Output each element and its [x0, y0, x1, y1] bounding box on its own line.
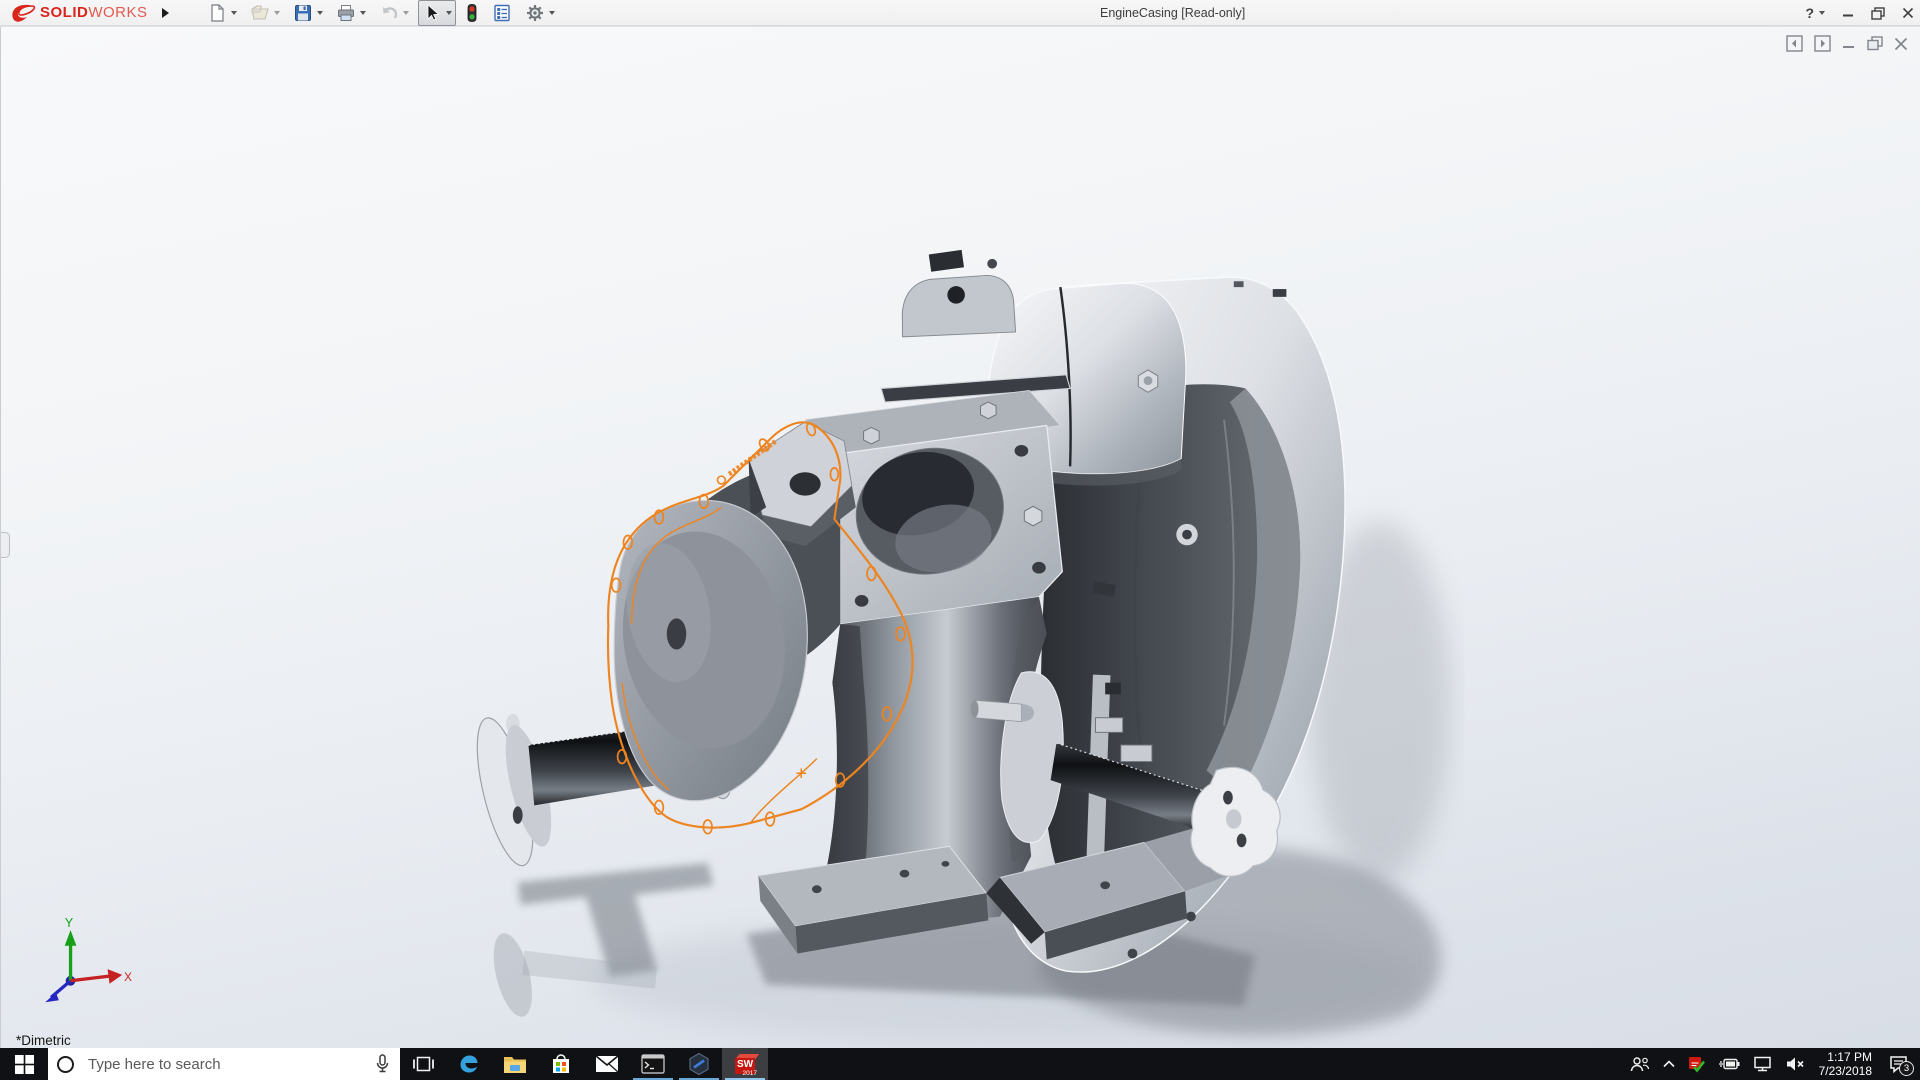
- graphics-viewport[interactable]: Y X *Dimetric: [0, 27, 1920, 1048]
- doc-minimize-button[interactable]: [1842, 37, 1856, 51]
- close-icon: [1902, 7, 1914, 19]
- select-cursor-icon: [427, 3, 440, 21]
- select-button[interactable]: [417, 0, 456, 26]
- edge-icon: [460, 1055, 478, 1073]
- doc-close-button[interactable]: [1894, 37, 1908, 51]
- save-icon: [294, 4, 311, 21]
- document-title: EngineCasing [Read-only]: [1100, 6, 1246, 20]
- cover-center-hole: [666, 618, 687, 650]
- undo-icon: [382, 6, 397, 19]
- save-button[interactable]: [289, 0, 327, 26]
- file-explorer-icon: [504, 1057, 526, 1073]
- open-icon: [250, 4, 269, 20]
- notification-count-badge: 3: [1899, 1061, 1914, 1076]
- taskbar-app-file-explorer[interactable]: [492, 1048, 538, 1080]
- model-canvas[interactable]: Y X: [1, 27, 1920, 1048]
- open-dropdown-arrow[interactable]: [273, 10, 280, 15]
- document-window-controls: [1786, 35, 1908, 52]
- view-orientation-label: *Dimetric: [16, 1033, 71, 1048]
- volume-button[interactable]: [1786, 1056, 1806, 1072]
- ds-logo-icon: [12, 4, 36, 22]
- undo-dropdown-arrow[interactable]: [402, 10, 409, 15]
- start-button[interactable]: [0, 1048, 48, 1080]
- tray-date: 7/23/2018: [1818, 1064, 1872, 1078]
- search-input[interactable]: [86, 1054, 375, 1074]
- taskbar-app-mail[interactable]: [584, 1048, 630, 1080]
- doc-restore-button[interactable]: [1867, 36, 1883, 51]
- window-controls: ?: [1805, 0, 1914, 26]
- network-status-button[interactable]: [1753, 1056, 1773, 1072]
- print-button[interactable]: [332, 0, 370, 26]
- orientation-triad: Y X: [45, 916, 132, 1003]
- minimize-icon: [1843, 14, 1853, 17]
- battery-plug-icon: [1718, 1058, 1740, 1070]
- taskbar-app-command-prompt[interactable]: [630, 1048, 676, 1080]
- microphone-icon[interactable]: [375, 1054, 390, 1074]
- taskbar-app-store[interactable]: [538, 1048, 584, 1080]
- solidworks-logo: SOLIDWORKS: [10, 0, 148, 26]
- new-document-button[interactable]: [203, 0, 241, 26]
- help-dropdown-arrow[interactable]: [1819, 11, 1825, 15]
- triad-y-label: Y: [65, 916, 74, 930]
- report-list-icon: [493, 4, 510, 21]
- brand-text: SOLIDWORKS: [40, 4, 148, 21]
- restore-icon: [1871, 6, 1885, 20]
- help-button[interactable]: ?: [1805, 5, 1825, 21]
- new-document-icon: [210, 3, 224, 22]
- gear-icon: [526, 4, 543, 21]
- undo-button[interactable]: [375, 0, 413, 26]
- mail-icon: [595, 1055, 619, 1073]
- people-icon: [1630, 1057, 1649, 1072]
- display-report-button[interactable]: [488, 0, 516, 26]
- doc-back-button[interactable]: [1786, 35, 1803, 52]
- tray-overflow-button[interactable]: [1663, 1060, 1675, 1068]
- store-icon: [553, 1054, 569, 1073]
- cortana-icon: [57, 1055, 74, 1073]
- task-view-icon: [412, 1056, 434, 1072]
- save-dropdown-arrow[interactable]: [316, 10, 323, 15]
- side-cover-plate[interactable]: [606, 499, 808, 802]
- ethernet-network-icon: [1753, 1056, 1771, 1072]
- action-center-button[interactable]: 3: [1889, 1055, 1914, 1076]
- rebuild-button[interactable]: [461, 0, 483, 26]
- power-status-button[interactable]: [1718, 1057, 1740, 1071]
- speaker-muted-icon: [1786, 1057, 1804, 1071]
- solidworks-2017-icon: SW 2017: [734, 1053, 760, 1077]
- toolbar-flyout-arrow[interactable]: [161, 7, 169, 18]
- hexagon-app-icon: [689, 1052, 709, 1076]
- select-dropdown-arrow[interactable]: [445, 10, 452, 15]
- new-document-dropdown-arrow[interactable]: [230, 10, 237, 15]
- close-button[interactable]: [1902, 7, 1914, 19]
- options-button[interactable]: [521, 0, 559, 26]
- taskbar-app-solidworks[interactable]: SW 2017: [722, 1048, 768, 1080]
- taskbar-app-hexagon[interactable]: [676, 1048, 722, 1080]
- solidworks-application-window: { "colors": { "solidworks_red": "#d9251c…: [0, 0, 1920, 1080]
- flange-hex-bolt[interactable]: [1023, 505, 1043, 527]
- windows-taskbar: SW 2017: [0, 1048, 1920, 1080]
- solidworks-resource-monitor[interactable]: [1688, 1056, 1705, 1073]
- print-icon: [337, 4, 354, 21]
- taskbar-search[interactable]: [48, 1048, 400, 1080]
- taskbar-app-edge[interactable]: [446, 1048, 492, 1080]
- sw-check-icon: [1688, 1056, 1705, 1073]
- task-view-button[interactable]: [400, 1048, 446, 1080]
- options-dropdown-arrow[interactable]: [548, 10, 555, 15]
- windows-logo-icon: [14, 1054, 34, 1074]
- titlebar: SOLIDWORKS EngineCasing [Read-only] ?: [0, 0, 1920, 26]
- system-tray: 1:17 PM 7/23/2018 3: [1630, 1048, 1920, 1080]
- minimize-button[interactable]: [1842, 7, 1854, 19]
- traffic-light-icon: [467, 3, 476, 22]
- chevron-up-icon: [1663, 1060, 1675, 1068]
- triad-x-label: X: [124, 971, 132, 984]
- print-dropdown-arrow[interactable]: [359, 10, 366, 15]
- command-prompt-icon: [641, 1054, 665, 1074]
- tray-time: 1:17 PM: [1827, 1050, 1872, 1064]
- restore-button[interactable]: [1871, 6, 1885, 20]
- people-button[interactable]: [1630, 1056, 1650, 1072]
- doc-forward-button[interactable]: [1814, 35, 1831, 52]
- open-button[interactable]: [246, 0, 284, 26]
- quick-access-toolbar: [203, 0, 559, 26]
- taskbar-clock[interactable]: 1:17 PM 7/23/2018: [1819, 1050, 1872, 1078]
- featuremanager-flyout-handle[interactable]: [1, 532, 10, 558]
